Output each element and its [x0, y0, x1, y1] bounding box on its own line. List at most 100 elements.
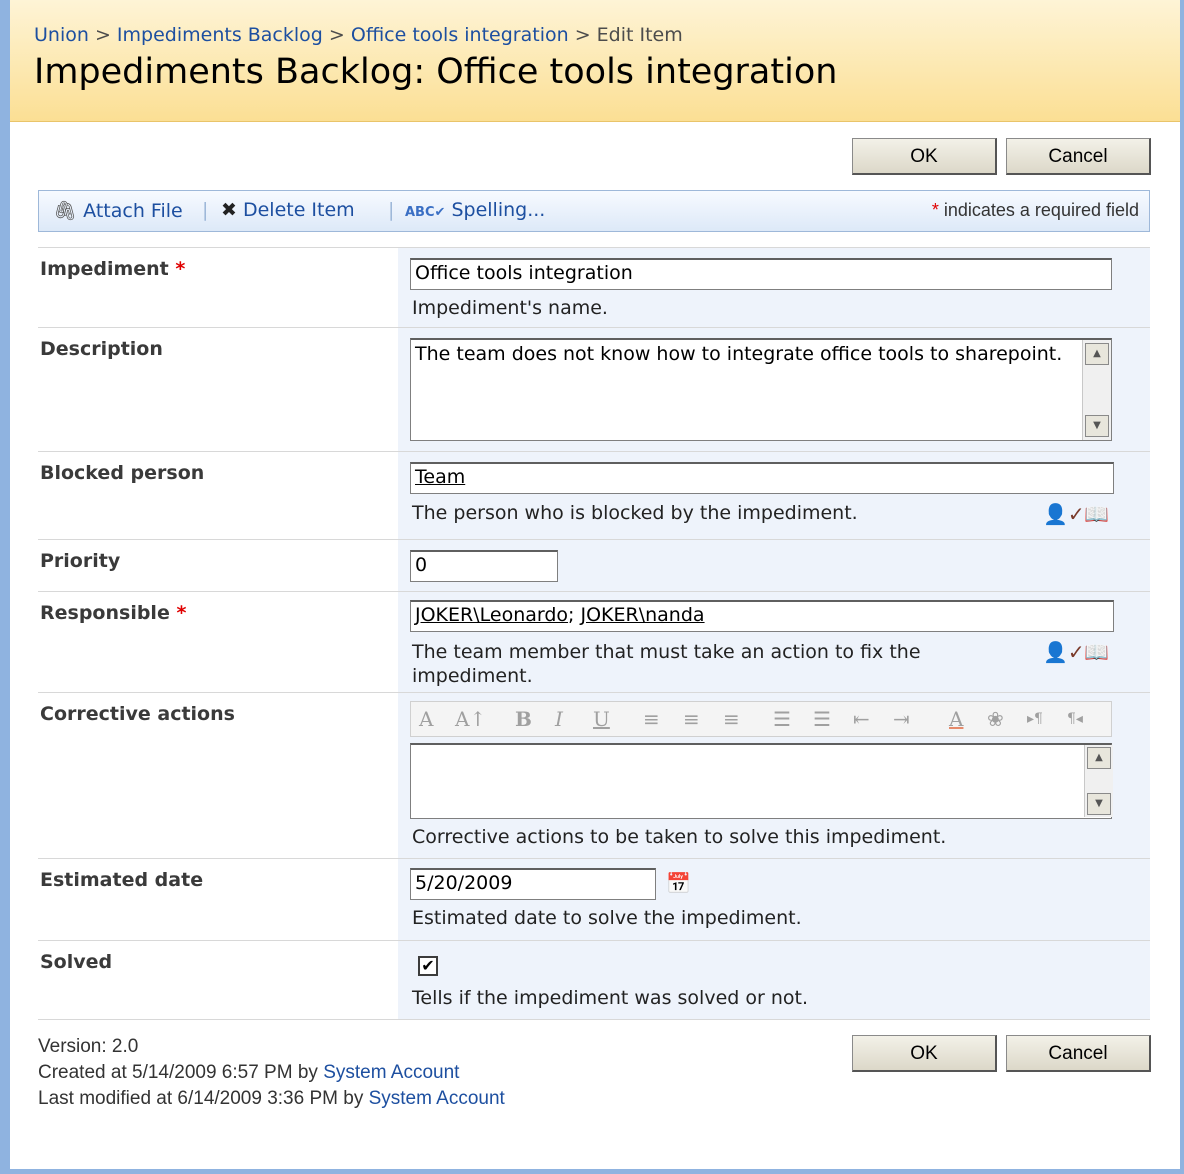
attach-file-button[interactable]: 🖇 Attach File [53, 199, 183, 222]
responsible-value-2: JOKER\nanda [580, 604, 705, 626]
background-color-icon[interactable]: ❀ [987, 707, 1004, 731]
bullet-list-icon[interactable]: ☰ [813, 707, 831, 731]
estimated-date-description: Estimated date to solve the impediment. [412, 907, 802, 929]
required-star: * [931, 200, 939, 220]
breadcrumb-union[interactable]: Union [34, 24, 89, 46]
breadcrumb: Union > Impediments Backlog > Office too… [34, 24, 683, 46]
align-center-icon[interactable]: ≡ [683, 707, 700, 731]
blocked-person-input[interactable]: Team [410, 462, 1114, 494]
description-textarea[interactable]: The team does not know how to integrate … [410, 338, 1112, 441]
label-cell: Description [38, 328, 398, 452]
field-cell: JOKER\Leonardo; JOKER\nanda The team mem… [398, 592, 1150, 693]
corrective-actions-editor[interactable] [410, 743, 1112, 819]
ltr-icon[interactable]: ▸¶ [1027, 711, 1043, 727]
priority-input[interactable]: 0 [410, 550, 558, 582]
estimated-date-input[interactable]: 5/20/2009 [410, 868, 656, 900]
modified-line: Last modified at 6/14/2009 3:36 PM by Sy… [38, 1086, 505, 1112]
row-solved: Solved ✔ Tells if the impediment was sol… [38, 940, 1150, 1020]
responsible-value-1: JOKER\Leonardo [415, 604, 569, 626]
description-scrollbar[interactable]: ▲ ▼ [1082, 340, 1111, 440]
scroll-down-arrow-icon[interactable]: ▼ [1087, 793, 1111, 815]
solved-description: Tells if the impediment was solved or no… [412, 987, 808, 1009]
responsible-value-separator: ; [568, 604, 575, 626]
priority-label: Priority [40, 550, 121, 572]
row-corrective-actions: Corrective actions A A↑ B I U ≡ ≡ ≡ ☰ ☰ … [38, 692, 1150, 859]
toolbar-separator: | [388, 199, 395, 221]
responsible-description: The team member that must take an action… [412, 641, 921, 687]
modified-by-link[interactable]: System Account [369, 1088, 505, 1109]
field-cell: ✔ Tells if the impediment was solved or … [398, 941, 1150, 1019]
spellcheck-icon: ABC✔ [405, 205, 446, 220]
breadcrumb-separator: > [328, 24, 345, 46]
align-right-icon[interactable]: ≡ [723, 707, 740, 731]
scroll-up-arrow-icon[interactable]: ▲ [1085, 343, 1109, 365]
italic-icon[interactable]: I [555, 707, 563, 731]
align-left-icon[interactable]: ≡ [643, 707, 660, 731]
spelling-label: Spelling... [451, 199, 546, 221]
solved-label: Solved [40, 951, 113, 973]
address-book-icon[interactable]: 📖 [1084, 502, 1109, 526]
blocked-person-value: Team [415, 466, 466, 488]
responsible-label: Responsible [40, 602, 170, 624]
text-color-icon[interactable]: A [949, 707, 963, 731]
ok-button-bottom[interactable]: OK [852, 1035, 997, 1072]
corrective-actions-scrollbar[interactable]: ▲ ▼ [1084, 745, 1113, 817]
required-star: * [176, 602, 187, 624]
paperclip-icon: 🖇 [53, 200, 78, 222]
created-by-link[interactable]: System Account [323, 1062, 459, 1083]
attach-file-label: Attach File [83, 200, 183, 222]
impediment-description: Impediment's name. [412, 297, 608, 319]
required-note-text: indicates a required field [943, 200, 1139, 220]
numbered-list-icon[interactable]: ☰ [773, 707, 791, 731]
form-toolbar: 🖇 Attach File | ✖ Delete Item | ABC✔ Spe… [38, 190, 1150, 232]
decrease-indent-icon[interactable]: ⇤ [853, 707, 870, 731]
field-cell: Office tools integration Impediment's na… [398, 248, 1150, 328]
cancel-button-top[interactable]: Cancel [1006, 138, 1151, 175]
version-text: Version: 2.0 [38, 1036, 139, 1057]
breadcrumb-item[interactable]: Office tools integration [351, 24, 569, 46]
row-blocked-person: Blocked person Team The person who is bl… [38, 451, 1150, 540]
checkmark-icon: ✔ [421, 956, 435, 975]
required-field-note: * indicates a required field [932, 200, 1139, 221]
bold-icon[interactable]: B [515, 707, 532, 731]
toolbar-separator: | [202, 199, 209, 221]
field-cell: A A↑ B I U ≡ ≡ ≡ ☰ ☰ ⇤ ⇥ A ❀ ▸¶ ¶◂ ▲ ▼ C… [398, 693, 1150, 859]
modified-text: Last modified at 6/14/2009 3:36 PM by [38, 1088, 364, 1109]
scroll-down-arrow-icon[interactable]: ▼ [1085, 415, 1109, 437]
created-text: Created at 5/14/2009 6:57 PM by [38, 1062, 318, 1083]
increase-indent-icon[interactable]: ⇥ [893, 707, 910, 731]
label-cell: Corrective actions [38, 693, 398, 859]
created-line: Created at 5/14/2009 6:57 PM by System A… [38, 1060, 505, 1086]
spelling-button[interactable]: ABC✔ Spelling... [405, 199, 545, 221]
rtl-icon[interactable]: ¶◂ [1067, 711, 1083, 727]
rich-text-toolbar: A A↑ B I U ≡ ≡ ≡ ☰ ☰ ⇤ ⇥ A ❀ ▸¶ ¶◂ [410, 701, 1112, 737]
page-title: Impediments Backlog: Office tools integr… [34, 52, 838, 92]
page-header: Union > Impediments Backlog > Office too… [10, 0, 1180, 122]
font-size-icon[interactable]: A [419, 707, 433, 731]
delete-item-label: Delete Item [242, 199, 355, 221]
calendar-icon[interactable]: 📅 [666, 871, 691, 895]
breadcrumb-impediments-backlog[interactable]: Impediments Backlog [117, 24, 323, 46]
underline-icon[interactable]: U [593, 707, 610, 731]
label-cell: Solved [38, 941, 398, 1019]
check-names-icon[interactable]: 👤✓ [1043, 502, 1085, 526]
label-cell: Priority [38, 540, 398, 592]
responsible-label-wrap: Responsible * [40, 602, 186, 624]
ok-button-top[interactable]: OK [852, 138, 997, 175]
breadcrumb-current: Edit Item [596, 24, 683, 46]
check-names-icon[interactable]: 👤✓ [1043, 640, 1085, 664]
delete-item-button[interactable]: ✖ Delete Item [221, 199, 355, 221]
address-book-icon[interactable]: 📖 [1084, 640, 1109, 664]
solved-checkbox[interactable]: ✔ [418, 956, 438, 976]
grow-font-icon[interactable]: A↑ [455, 707, 486, 731]
description-text: The team does not know how to integrate … [415, 343, 1063, 365]
responsible-input[interactable]: JOKER\Leonardo; JOKER\nanda [410, 600, 1114, 632]
required-star: * [175, 258, 186, 280]
impediment-input[interactable]: Office tools integration [410, 258, 1112, 290]
field-cell: Team The person who is blocked by the im… [398, 452, 1150, 540]
breadcrumb-separator: > [574, 24, 591, 46]
corrective-actions-description: Corrective actions to be taken to solve … [412, 826, 947, 848]
description-label: Description [40, 338, 163, 360]
cancel-button-bottom[interactable]: Cancel [1006, 1035, 1151, 1072]
scroll-up-arrow-icon[interactable]: ▲ [1087, 747, 1111, 769]
